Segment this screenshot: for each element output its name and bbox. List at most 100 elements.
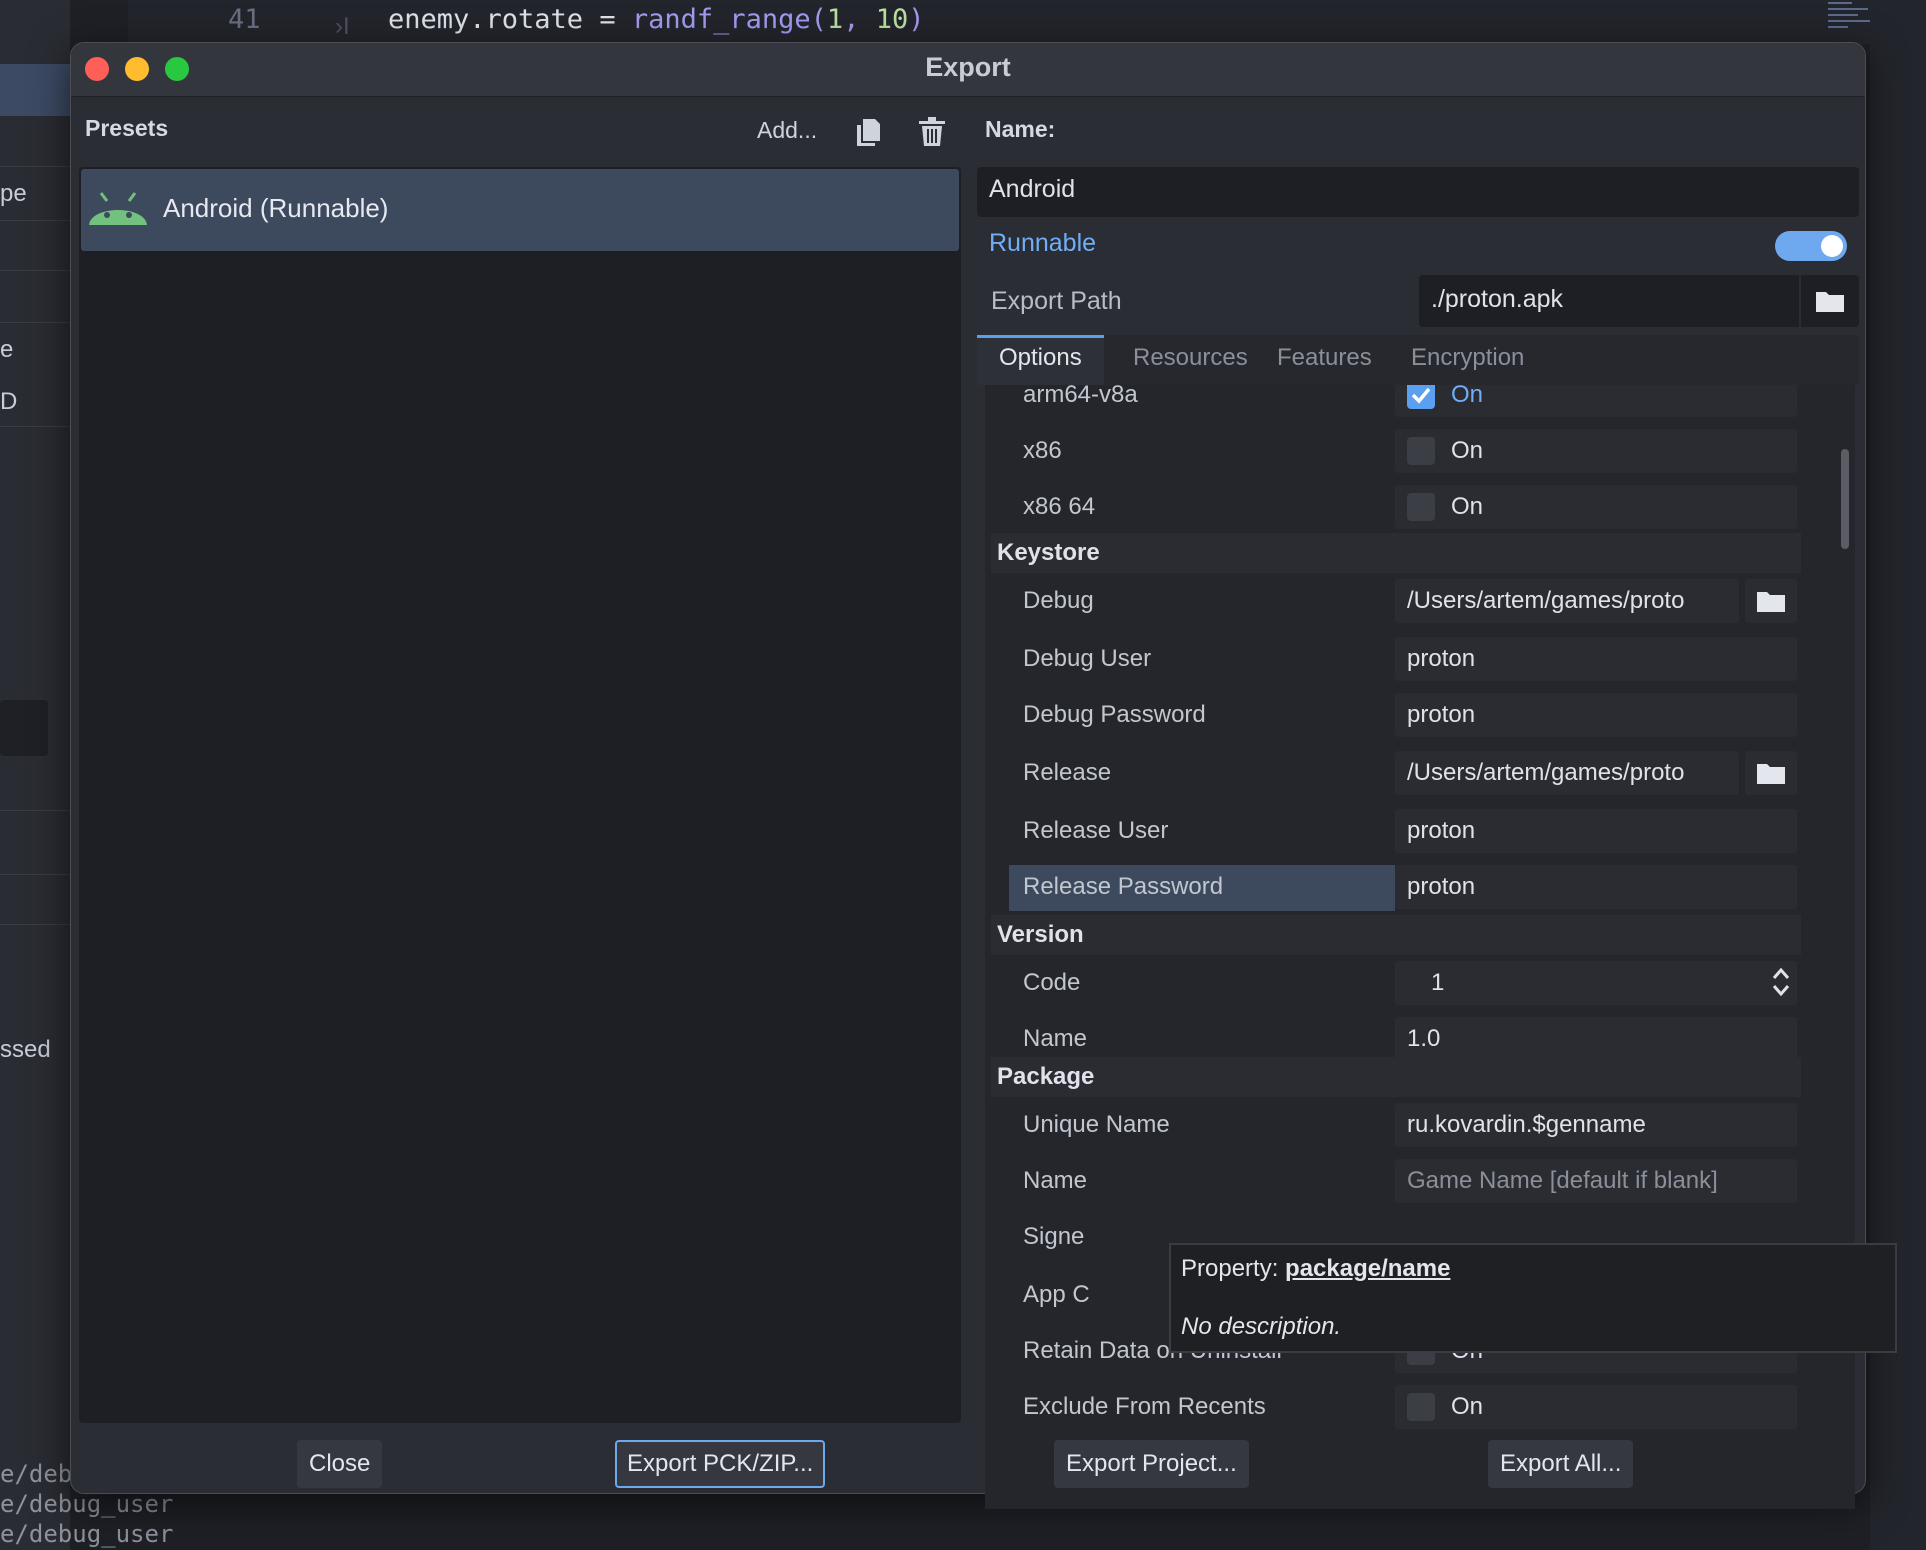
section-version[interactable]: Version bbox=[991, 915, 1801, 955]
divider bbox=[0, 874, 70, 875]
background-dock-highlight bbox=[0, 64, 70, 116]
divider bbox=[0, 270, 70, 271]
debug-keystore-browse-button[interactable] bbox=[1745, 579, 1797, 623]
background-fragment: ssed bbox=[0, 1036, 51, 1063]
property-label: Release Password bbox=[1023, 873, 1224, 900]
preset-item-android[interactable]: Android (Runnable) bbox=[81, 169, 959, 251]
background-fragment: e bbox=[0, 336, 14, 363]
property-row-debug-user: Debug User proton bbox=[985, 635, 1825, 683]
export-path-label: Export Path bbox=[991, 287, 1122, 315]
release-user-input[interactable]: proton bbox=[1395, 809, 1797, 853]
code-text: enemy.rotate = randf_range(1, 10) bbox=[388, 4, 925, 35]
divider bbox=[0, 810, 70, 811]
package-name-input[interactable]: Game Name [default if blank] bbox=[1395, 1159, 1797, 1203]
property-label: Unique Name bbox=[1023, 1111, 1170, 1138]
background-left-dock: pe e D ssed bbox=[0, 0, 70, 1550]
property-label: Code bbox=[1023, 969, 1081, 996]
property-label: Debug bbox=[1023, 587, 1094, 614]
export-path-input[interactable]: ./proton.apk bbox=[1419, 275, 1799, 327]
property-row-version-code: Code 1 bbox=[985, 959, 1825, 1007]
property-label: Debug Password bbox=[1023, 701, 1206, 728]
property-label: Exclude From Recents bbox=[1023, 1393, 1266, 1420]
exclude-recents-checkbox[interactable] bbox=[1407, 1393, 1435, 1421]
tooltip-title: Property: package/name bbox=[1181, 1255, 1451, 1282]
section-package[interactable]: Package bbox=[991, 1057, 1801, 1097]
folder-icon bbox=[1757, 592, 1785, 612]
property-label: arm64-v8a bbox=[1023, 385, 1138, 408]
duplicate-icon bbox=[857, 119, 880, 146]
property-tooltip: Property: package/name No description. bbox=[1169, 1243, 1897, 1353]
presets-list[interactable]: Android (Runnable) bbox=[79, 167, 961, 1423]
close-button[interactable]: Close bbox=[297, 1440, 383, 1488]
version-name-input[interactable]: 1.0 bbox=[1395, 1017, 1797, 1061]
android-icon bbox=[87, 191, 149, 229]
export-project-button[interactable]: Export Project... bbox=[1054, 1440, 1249, 1488]
folder-icon bbox=[1816, 292, 1844, 312]
background-box bbox=[0, 700, 48, 756]
property-label: x86 bbox=[1023, 437, 1062, 464]
export-pck-zip-button[interactable]: Export PCK/ZIP... bbox=[615, 1440, 826, 1488]
property-label: Release User bbox=[1023, 817, 1169, 844]
property-row-debug: Debug /Users/artem/games/proto bbox=[985, 577, 1825, 625]
unique-name-input[interactable]: ru.kovardin.$genname bbox=[1395, 1103, 1797, 1147]
settings-tabs: Options Resources Features Encryption bbox=[977, 335, 1859, 385]
spin-arrows-icon[interactable] bbox=[1771, 967, 1809, 1001]
dialog-title: Export bbox=[925, 52, 1011, 82]
divider bbox=[0, 322, 70, 323]
preset-label: Android (Runnable) bbox=[163, 193, 389, 223]
divider bbox=[0, 924, 70, 925]
property-label: Name bbox=[1023, 1167, 1088, 1194]
presets-label: Presets bbox=[85, 115, 169, 141]
debug-user-input[interactable]: proton bbox=[1395, 637, 1797, 681]
debug-keystore-input[interactable]: /Users/artem/games/proto bbox=[1395, 579, 1739, 623]
property-label: x86 64 bbox=[1023, 493, 1096, 520]
output-line: e/deb bbox=[0, 1460, 73, 1488]
release-password-input[interactable]: proton bbox=[1395, 865, 1797, 909]
checkbox-label: On bbox=[1451, 1393, 1484, 1420]
property-label: Release bbox=[1023, 759, 1112, 786]
property-row-x86: x86 On bbox=[985, 427, 1825, 475]
property-row-arm64: arm64-v8a On bbox=[985, 385, 1825, 419]
delete-preset-button[interactable] bbox=[915, 113, 949, 151]
arm64-checkbox[interactable] bbox=[1407, 385, 1435, 409]
tooltip-property-link[interactable]: package/name bbox=[1285, 1255, 1450, 1282]
version-code-spinbox[interactable]: 1 bbox=[1395, 961, 1797, 1005]
add-preset-button[interactable]: Add... bbox=[757, 117, 817, 144]
property-label: App C bbox=[1023, 1281, 1090, 1308]
release-keystore-browse-button[interactable] bbox=[1745, 751, 1797, 795]
tab-options[interactable]: Options bbox=[977, 335, 1104, 385]
tooltip-description: No description. bbox=[1181, 1313, 1342, 1340]
background-fragment: D bbox=[0, 388, 18, 415]
preset-name-input[interactable]: Android bbox=[977, 167, 1859, 217]
property-row-version-name: Name 1.0 bbox=[985, 1015, 1825, 1063]
property-row-exclude-recents: Exclude From Recents On bbox=[985, 1383, 1825, 1431]
trash-icon bbox=[919, 117, 945, 146]
debug-password-input[interactable]: proton bbox=[1395, 693, 1797, 737]
runnable-toggle[interactable] bbox=[1775, 231, 1847, 261]
tab-features[interactable]: Features bbox=[1255, 335, 1394, 385]
checkbox-label: On bbox=[1451, 437, 1484, 464]
release-keystore-input[interactable]: /Users/artem/games/proto bbox=[1395, 751, 1739, 795]
duplicate-preset-button[interactable] bbox=[851, 113, 885, 151]
x86-64-checkbox[interactable] bbox=[1407, 493, 1435, 521]
property-row-x86-64: x86 64 On bbox=[985, 483, 1825, 531]
section-keystore[interactable]: Keystore bbox=[991, 533, 1801, 573]
divider bbox=[0, 166, 70, 167]
output-line: e/debug_user bbox=[0, 1520, 174, 1548]
property-row-release-password: Release Password proton bbox=[985, 863, 1825, 911]
scrollbar-thumb[interactable] bbox=[1841, 449, 1849, 549]
toggle-knob bbox=[1821, 235, 1843, 257]
tab-encryption[interactable]: Encryption bbox=[1389, 335, 1546, 385]
property-row-debug-password: Debug Password proton bbox=[985, 691, 1825, 739]
line-number: 41 bbox=[228, 4, 261, 35]
export-dialog: Export Presets Add... Android (Runnable)… bbox=[70, 42, 1897, 1509]
export-path-browse-button[interactable] bbox=[1801, 275, 1859, 327]
x86-checkbox[interactable] bbox=[1407, 437, 1435, 465]
tab-resources[interactable]: Resources bbox=[1111, 335, 1270, 385]
name-label: Name: bbox=[985, 116, 1056, 142]
divider bbox=[0, 220, 70, 221]
folder-icon bbox=[1757, 764, 1785, 784]
dialog-titlebar[interactable]: Export bbox=[71, 43, 1865, 97]
background-code-editor: 41 ›I enemy.rotate = randf_range(1, 10) bbox=[128, 0, 1926, 44]
export-all-button[interactable]: Export All... bbox=[1488, 1440, 1634, 1488]
